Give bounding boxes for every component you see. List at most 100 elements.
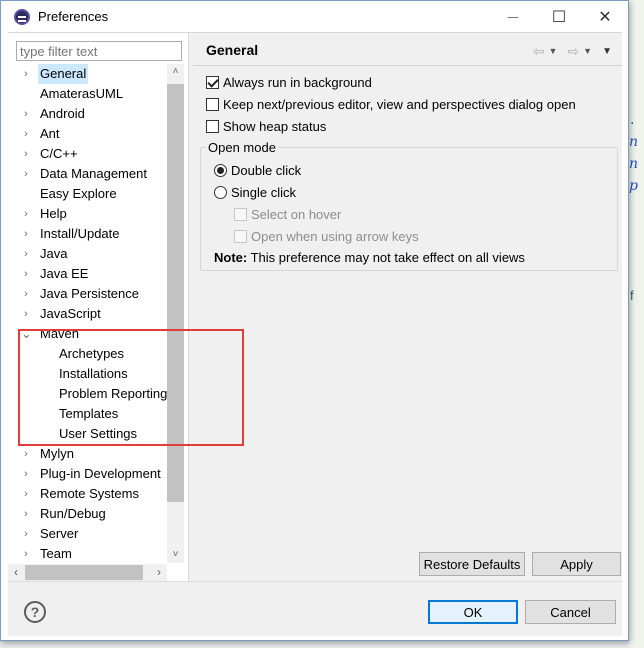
expand-chevron-icon[interactable]: › [21,444,31,464]
tree-item-label: Easy Explore [40,186,117,201]
checkbox-box[interactable] [206,75,219,89]
tree-item-label: Help [40,206,67,221]
restore-defaults-button[interactable]: Restore Defaults [419,552,525,576]
scroll-left-arrow-icon[interactable]: ‹ [8,564,24,581]
filter-input[interactable] [16,41,182,61]
expand-chevron-icon[interactable]: › [21,284,31,304]
checkbox-box[interactable] [206,97,219,111]
expand-chevron-icon[interactable]: › [21,164,31,184]
preference-page: General ⇦ ▼ ⇨ ▼ ▼ Always run in backgrou… [193,33,622,582]
expand-chevron-icon[interactable]: › [21,204,31,224]
view-menu-icon[interactable]: ▼ [602,46,612,57]
single-click-radio[interactable]: Single click [214,183,296,201]
dialog-footer: ? OK Cancel [8,581,622,636]
tree-item-label: Android [40,106,85,121]
horizontal-scroll-thumb[interactable] [25,565,143,580]
tree-item-label: General [38,64,89,84]
forward-arrow-icon[interactable]: ⇨ [567,43,579,60]
checkbox-box[interactable] [206,119,219,133]
ok-button[interactable]: OK [428,600,518,624]
tree-item-label: Remote Systems [40,486,139,501]
tree-item-label: C/C++ [40,146,78,161]
double-click-radio[interactable]: Double click [214,161,301,179]
tree-vertical-scrollbar[interactable]: ˄ ˅ [167,64,184,563]
expand-chevron-icon[interactable]: › [21,64,31,84]
tree-item-label: Team [40,546,72,561]
select-on-hover-checkbox: Select on hover [234,205,341,223]
expand-chevron-icon[interactable]: › [21,124,31,144]
apply-button[interactable]: Apply [532,552,621,576]
radio-button[interactable] [214,185,227,199]
checkbox-label: Always run in background [223,74,372,90]
forward-dropdown-icon[interactable]: ▼ [583,46,592,56]
expand-chevron-icon[interactable]: › [21,104,31,124]
dialog-body: › General AmaterasUML › Android › Ant › … [8,32,622,582]
expand-chevron-icon[interactable]: › [21,244,31,264]
tree-item-label: Server [40,526,79,541]
open-arrow-keys-checkbox: Open when using arrow keys [234,227,419,245]
window-title: Preferences [38,9,109,24]
background-text: . [630,112,635,128]
background-window: . n n p f [629,0,644,648]
preference-tree: › General AmaterasUML › Android › Ant › … [8,64,167,563]
open-mode-note: Note: This preference may not take effec… [214,249,525,267]
note-label: Note: [214,250,248,265]
maximize-icon: ☐ [551,7,567,26]
checkbox-label: Open when using arrow keys [251,228,419,244]
tree-item-label: AmaterasUML [40,86,124,101]
expand-chevron-icon[interactable]: › [21,224,31,244]
tree-item-label: Java EE [40,266,89,281]
keep-editor-dialog-open-checkbox[interactable]: Keep next/previous editor, view and pers… [206,95,576,113]
expand-chevron-icon[interactable]: › [21,144,31,164]
tree-item-label: Plug-in Development [40,466,161,481]
eclipse-app-icon [14,9,30,25]
back-dropdown-icon[interactable]: ▼ [549,46,558,56]
page-title: General [206,42,259,58]
tree-item-label: Data Management [40,166,147,181]
expand-chevron-icon[interactable]: › [21,304,31,324]
tree-item-label: Run/Debug [40,506,106,521]
back-arrow-icon[interactable]: ⇦ [533,43,545,60]
checkbox-label: Keep next/previous editor, view and pers… [223,96,576,112]
title-separator [193,65,622,66]
cancel-button[interactable]: Cancel [525,600,616,624]
help-icon[interactable]: ? [24,601,46,623]
background-text: n [629,134,639,150]
checkbox-label: Select on hover [251,206,342,222]
always-run-background-checkbox[interactable]: Always run in background [206,73,372,91]
open-mode-legend: Open mode [206,140,278,155]
expand-chevron-icon[interactable]: › [21,484,31,504]
checkbox-box [234,229,247,243]
tree-item-label: Ant [40,126,60,141]
tree-item-label: Java [40,246,68,261]
expand-chevron-icon[interactable]: › [21,504,31,524]
scroll-down-arrow-icon[interactable]: ˅ [167,547,184,563]
expand-chevron-icon[interactable]: › [21,524,31,544]
background-text: f [630,288,634,303]
minimize-icon: — [507,9,519,24]
minimize-button[interactable]: — [490,1,536,32]
checkbox-label: Show heap status [223,118,327,134]
tree-item-label: Install/Update [40,226,120,241]
tree-item-label: Mylyn [40,446,74,461]
page-navigation: ⇦ ▼ ⇨ ▼ ▼ [533,42,612,60]
close-button[interactable]: ✕ [582,1,628,32]
tree-horizontal-scrollbar[interactable]: ‹ › [8,564,167,581]
preference-tree-panel: › General AmaterasUML › Android › Ant › … [8,33,188,582]
expand-chevron-icon[interactable]: › [21,464,31,484]
title-bar[interactable]: Preferences — ☐ ✕ [1,1,628,32]
radio-label: Double click [231,162,302,178]
highlight-annotation-box [18,329,244,446]
tree-item-label: Java Persistence [40,286,139,301]
show-heap-status-checkbox[interactable]: Show heap status [206,117,326,135]
background-text: p [629,178,638,194]
note-text: This preference may not take effect on a… [247,250,525,265]
scroll-right-arrow-icon[interactable]: › [151,564,167,581]
maximize-button[interactable]: ☐ [536,1,582,32]
radio-button[interactable] [214,163,227,177]
tree-item-label: JavaScript [40,306,101,321]
expand-chevron-icon[interactable]: › [21,544,31,563]
scroll-up-arrow-icon[interactable]: ˄ [167,64,184,80]
expand-chevron-icon[interactable]: › [21,264,31,284]
background-text: n [629,156,639,172]
